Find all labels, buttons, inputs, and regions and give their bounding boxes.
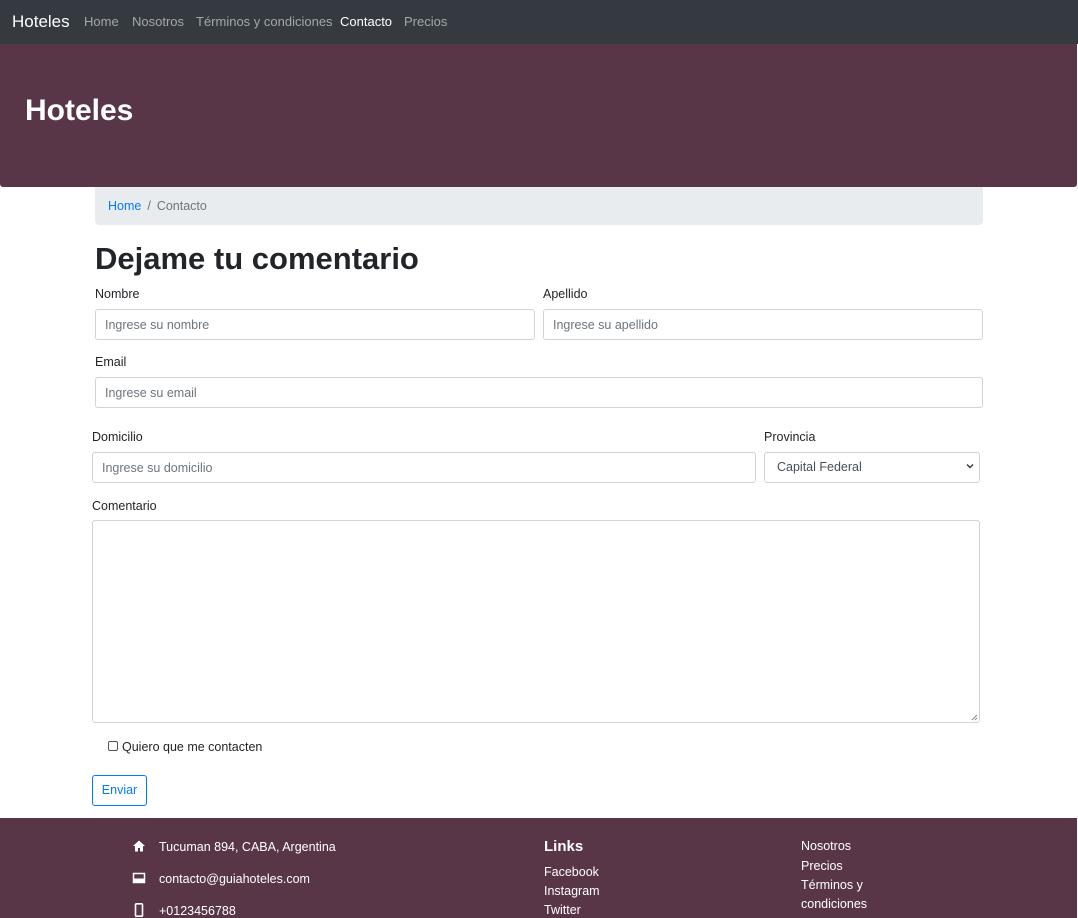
footer-email[interactable]: contacto@guiahoteles.com: [159, 871, 310, 887]
provincia-select[interactable]: Capital Federal: [764, 452, 980, 483]
contact-checkbox-label[interactable]: Quiero que me contacten: [122, 739, 262, 755]
contact-checkbox[interactable]: [108, 741, 118, 751]
provincia-selected-value: Capital Federal: [777, 460, 862, 474]
footer-phone: +0123456788: [159, 904, 236, 918]
footer-link-facebook[interactable]: Facebook: [544, 864, 599, 880]
footer-link-precios[interactable]: Precios: [801, 858, 843, 874]
breadcrumb-current: Contacto: [156, 199, 207, 213]
footer-address: Tucuman 894, CABA, Argentina: [159, 840, 336, 854]
top-navbar: Hoteles Home Nosotros Términos y condici…: [0, 0, 1078, 44]
apellido-label: Apellido: [543, 287, 588, 301]
breadcrumb-home-link[interactable]: Home: [108, 199, 141, 213]
email-input[interactable]: [95, 377, 983, 408]
comentario-label: Comentario: [92, 499, 157, 513]
footer-links-heading: Links: [544, 838, 584, 855]
comentario-textarea[interactable]: [92, 520, 980, 723]
nombre-label: Nombre: [95, 287, 140, 301]
breadcrumb: Home / Contacto: [95, 187, 983, 225]
provincia-label: Provincia: [764, 430, 816, 444]
footer-link-terminos[interactable]: Términos y condiciones: [801, 876, 881, 914]
nav-link-nosotros[interactable]: Nosotros: [132, 14, 184, 30]
submit-button[interactable]: Enviar: [92, 775, 147, 806]
nav-link-home[interactable]: Home: [84, 14, 119, 30]
chevron-down-icon: [966, 464, 974, 469]
nav-link-terminos[interactable]: Términos y condiciones: [196, 14, 333, 30]
apellido-input[interactable]: [543, 309, 983, 340]
breadcrumb-separator: /: [147, 199, 151, 213]
nav-link-contacto[interactable]: Contacto: [340, 14, 392, 30]
email-label: Email: [95, 355, 127, 369]
home-icon: [133, 840, 145, 852]
domicilio-label: Domicilio: [92, 430, 143, 444]
nav-link-precios[interactable]: Precios: [404, 14, 447, 30]
phone-icon: [134, 903, 144, 917]
footer: Tucuman 894, CABA, Argentina contacto@gu…: [0, 818, 1077, 918]
hero-title: Hoteles: [25, 94, 134, 127]
hero-banner: Hoteles: [0, 44, 1077, 187]
footer-link-nosotros[interactable]: Nosotros: [801, 838, 851, 854]
footer-link-twitter[interactable]: Twitter: [544, 902, 581, 918]
nombre-input[interactable]: [95, 309, 535, 340]
domicilio-input[interactable]: [92, 452, 756, 483]
navbar-brand[interactable]: Hoteles: [12, 12, 70, 32]
footer-link-instagram[interactable]: Instagram: [544, 883, 600, 899]
page-title: Dejame tu comentario: [95, 241, 419, 276]
envelope-icon: [132, 872, 146, 884]
resize-grip-icon[interactable]: [970, 713, 978, 721]
